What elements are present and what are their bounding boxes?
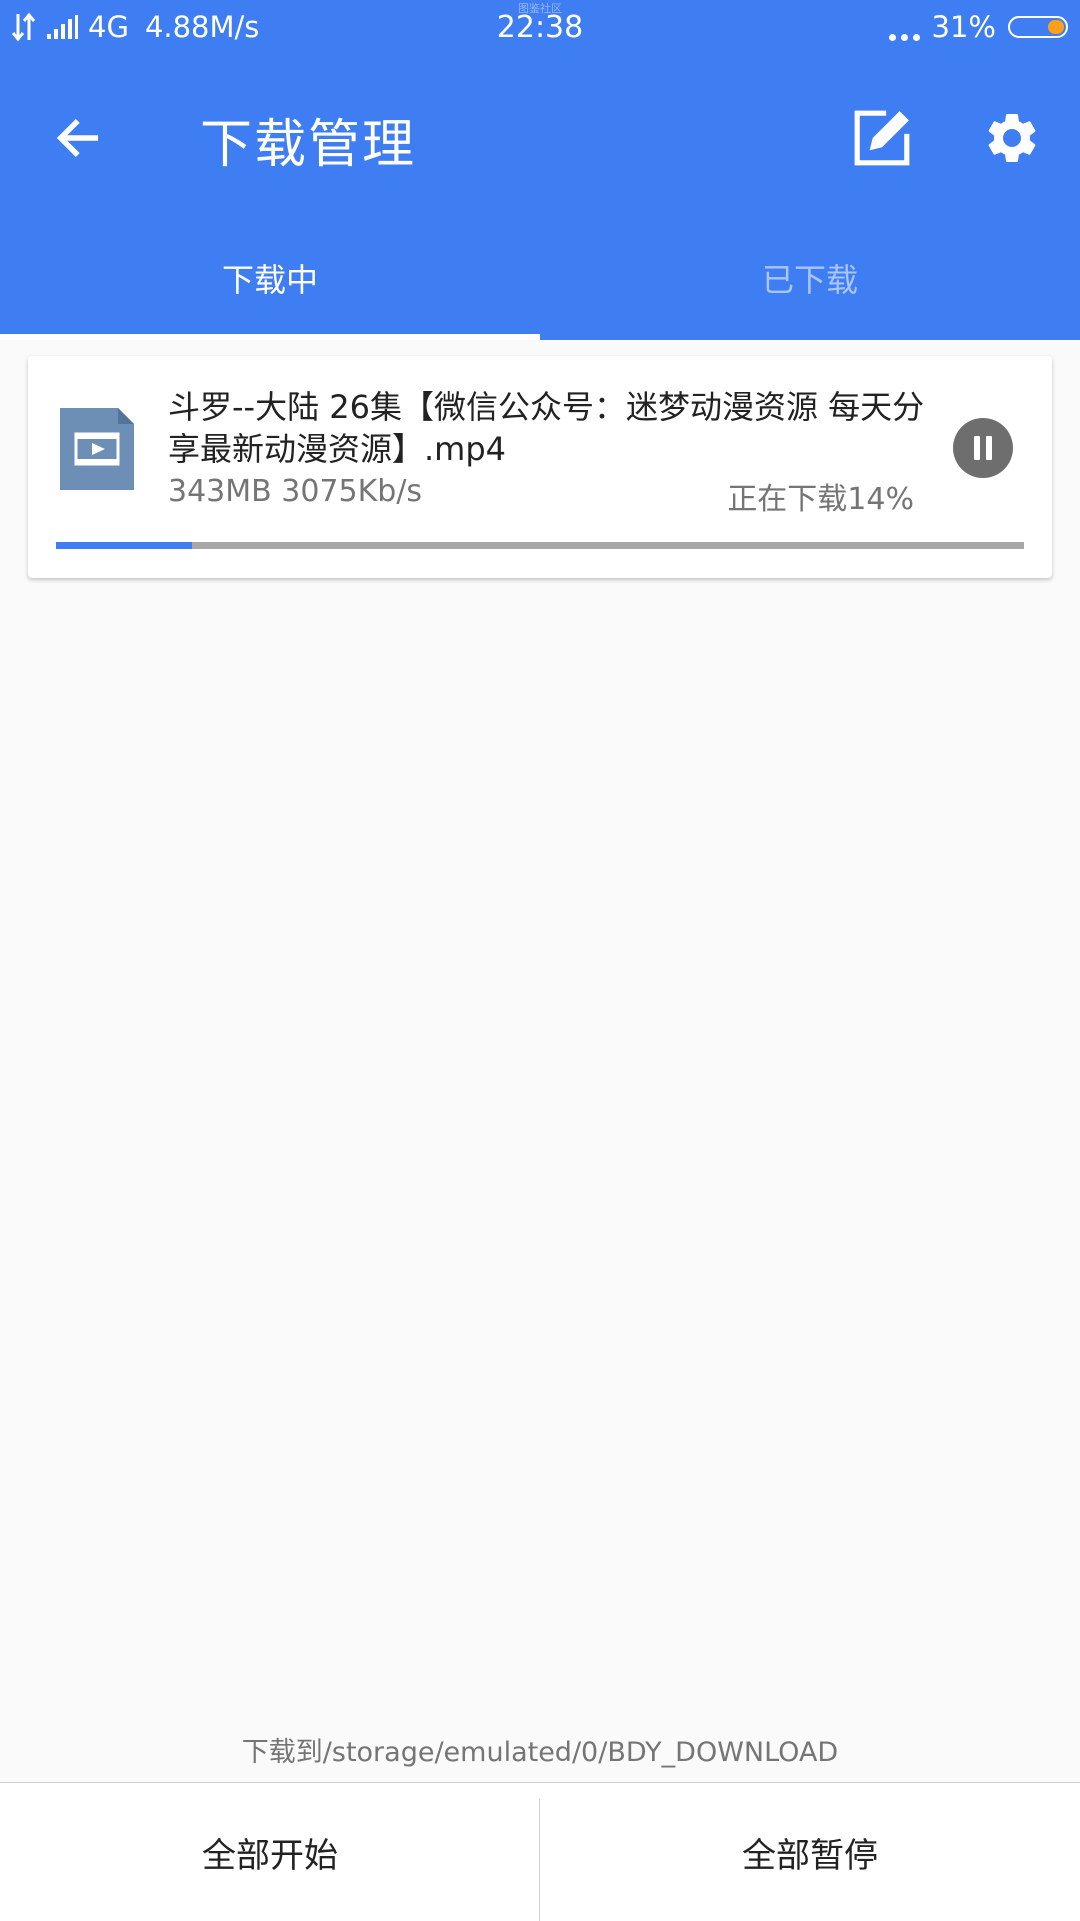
start-all-button[interactable]: 全部开始 xyxy=(0,1783,540,1921)
toolbar: 下载管理 xyxy=(0,58,1080,208)
gear-icon xyxy=(988,113,1036,162)
bottom-bar: 全部开始 全部暂停 xyxy=(0,1782,1080,1921)
progress-bar xyxy=(56,542,1024,549)
more-dots-icon xyxy=(888,11,920,43)
status-right: 31% xyxy=(888,10,1068,44)
edit-icon xyxy=(854,110,910,166)
tab-indicator xyxy=(0,334,540,340)
tab-bar: 下载中 已下载 xyxy=(0,230,1080,340)
back-button[interactable] xyxy=(38,98,118,178)
pause-icon xyxy=(974,436,980,460)
tab-downloading[interactable]: 下载中 xyxy=(0,230,540,340)
progress-fill xyxy=(56,542,192,549)
arrow-left-icon xyxy=(56,119,99,157)
save-path: 下载到/storage/emulated/0/BDY_DOWNLOAD xyxy=(241,1737,839,1768)
battery-percent: 31% xyxy=(931,10,996,44)
video-file-icon xyxy=(60,408,134,490)
pause-all-button[interactable]: 全部暂停 xyxy=(540,1783,1080,1921)
pause-button[interactable] xyxy=(953,418,1013,478)
tab-downloaded[interactable]: 已下载 xyxy=(540,230,1080,340)
battery-icon xyxy=(1008,16,1068,38)
app-header: 4G 4.88M/s 图鉴社区 22:38 31% 下载管理 下载中 已下载 xyxy=(0,0,1080,340)
download-item[interactable]: 斗罗--大陆 26集【微信公众号：迷梦动漫资源 每天分享最新动漫资源】.mp4 … xyxy=(28,356,1052,578)
file-name: 斗罗--大陆 26集【微信公众号：迷梦动漫资源 每天分享最新动漫资源】.mp4 xyxy=(168,388,925,468)
file-size-speed: 343MB 3075Kb/s xyxy=(168,474,423,509)
status-bar: 4G 4.88M/s 图鉴社区 22:38 31% xyxy=(0,0,1080,58)
settings-button[interactable] xyxy=(970,96,1054,180)
page-title: 下载管理 xyxy=(200,115,417,175)
edit-button[interactable] xyxy=(840,96,924,180)
download-status: 正在下载14% xyxy=(727,482,914,517)
